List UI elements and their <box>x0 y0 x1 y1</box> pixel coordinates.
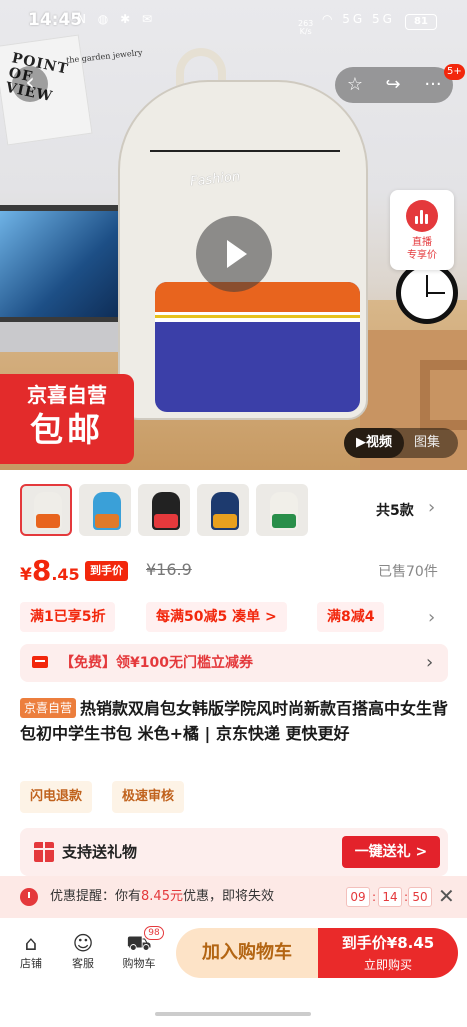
media-switch: ▶视频 图集 <box>344 428 458 458</box>
variant-thumb[interactable] <box>20 484 72 536</box>
reminder-amount: 8.45元 <box>141 889 183 904</box>
coupon-card-icon <box>32 656 48 668</box>
sold-count: 已售70件 <box>378 564 438 580</box>
product-title: 京喜自营 热销款双肩包女韩版学院风时尚新款百搭高中女生背包初中学生书包 米色+橘 … <box>20 696 450 746</box>
alarm-clock <box>396 262 458 324</box>
price-decimal: .45 <box>51 565 80 584</box>
price-row: ¥8.45 到手价 ¥16.9 已售70件 <box>0 548 467 596</box>
promo-chips: 满1已享5折 每满50减5 凑单 > 满8减4 › <box>0 600 467 636</box>
price-integer: 8 <box>31 554 52 587</box>
back-button[interactable]: ‹ <box>12 66 48 102</box>
countdown-hours: 09 <box>346 887 370 907</box>
thumb-pocket <box>36 514 60 528</box>
countdown-minutes: 14 <box>378 887 402 907</box>
service-tag: 闪电退款 <box>20 781 93 813</box>
promo-chip[interactable]: 满8减4 <box>317 602 385 632</box>
video-tab[interactable]: ▶视频 <box>344 428 404 458</box>
backpack-stripe <box>155 312 360 322</box>
status-time: 14:45 <box>28 10 83 30</box>
variant-thumb[interactable] <box>79 484 131 536</box>
chevron-right-icon: › <box>426 652 434 673</box>
buy-now-label: 立即购买 <box>363 958 412 972</box>
smile-icon: ☺ <box>72 931 94 955</box>
gift-icon <box>34 842 54 862</box>
favorite-star-icon[interactable]: ☆ <box>337 67 373 103</box>
current-price: ¥8.45 <box>20 554 80 587</box>
promo-chip[interactable]: 满1已享5折 <box>20 602 116 632</box>
home-indicator[interactable] <box>155 1012 311 1016</box>
backpack-orange-band <box>155 282 360 312</box>
signal-icons: ◠ 5G 5G <box>322 12 395 26</box>
cart-count-badge: 98 <box>144 926 164 940</box>
original-price: ¥16.9 <box>146 560 192 579</box>
self-operated-badge: 京喜自营 <box>20 698 77 718</box>
variant-count[interactable]: 共5款 <box>376 500 414 520</box>
reminder-suffix: 优惠，即将失效 <box>182 889 274 904</box>
final-price-tag: 到手价 <box>85 561 128 581</box>
live-label: 直播 <box>412 237 432 248</box>
customer-service-button[interactable]: ☺ 客服 <box>58 930 108 972</box>
variant-thumb[interactable] <box>197 484 249 536</box>
add-to-cart-button[interactable]: 加入购物车 <box>176 928 318 978</box>
store-icon: ⌂ <box>24 931 38 955</box>
chevron-right-icon[interactable]: › <box>428 497 435 518</box>
cart-label: 购物车 <box>122 957 156 970</box>
more-badge: 5+ <box>444 64 465 80</box>
status-notification-icons: N ◍ ✱ ✉ <box>77 12 156 26</box>
live-chart-icon <box>406 200 438 232</box>
chevron-left-icon: ‹ <box>25 68 35 96</box>
service-tag: 极速审核 <box>112 781 185 813</box>
share-icon[interactable]: ↪ <box>375 67 411 103</box>
jingxi-label: 京喜自营 <box>27 383 107 407</box>
variant-thumb[interactable] <box>256 484 308 536</box>
coupon-bar[interactable]: 【免费】领¥100无门槛立减券 › <box>20 644 448 682</box>
price-currency: ¥ <box>20 565 32 585</box>
thumb-pocket <box>272 514 296 528</box>
status-bar: 14:45 N ◍ ✱ ✉ 263 K/s ◠ 5G 5G 81 <box>0 0 467 40</box>
photo-frame <box>420 360 467 430</box>
close-icon[interactable]: ✕ <box>438 884 455 908</box>
send-gift-button[interactable]: 一键送礼 > <box>342 836 440 868</box>
chevron-right-icon[interactable]: › <box>428 607 435 628</box>
gallery-tab[interactable]: 图集 <box>414 428 440 458</box>
clock-icon <box>20 888 38 906</box>
play-video-button[interactable] <box>196 216 272 292</box>
store-button[interactable]: ⌂ 店铺 <box>6 930 56 972</box>
network-speed-unit: K/s <box>299 27 312 36</box>
cart-button[interactable]: ⛟ 购物车 98 <box>114 926 164 972</box>
buy-now-price: 到手价¥8.45 <box>341 934 435 952</box>
variant-thumb[interactable] <box>138 484 190 536</box>
laptop-screen <box>0 205 128 323</box>
discount-reminder: 优惠提醒：你有8.45元优惠，即将失效 09 : 14 : 50 ✕ <box>0 876 467 918</box>
gift-text: 支持送礼物 <box>62 843 138 861</box>
countdown-seconds: 50 <box>408 887 432 907</box>
battery-icon: 81 <box>405 14 437 30</box>
thumb-pocket <box>213 514 237 528</box>
countdown-separator: : <box>372 890 377 904</box>
variant-thumbnails: 共5款 › <box>0 476 467 548</box>
buy-now-button[interactable]: 到手价¥8.45 立即购买 <box>318 928 458 978</box>
gift-row: 支持送礼物 一键送礼 > <box>20 828 448 876</box>
product-title-text: 热销款双肩包女韩版学院风时尚新款百搭高中女生背包初中学生书包 米色+橘 | 京东… <box>20 699 449 743</box>
reminder-prefix: 优惠提醒：你有 <box>50 889 142 904</box>
live-price-button[interactable]: 直播 专享价 <box>390 190 454 270</box>
network-speed: 263 K/s <box>298 20 313 36</box>
thumb-pocket <box>154 514 178 528</box>
bottom-action-bar: ⌂ 店铺 ☺ 客服 ⛟ 购物车 98 加入购物车 到手价¥8.45 立即购买 <box>0 918 467 996</box>
store-label: 店铺 <box>20 957 42 970</box>
coupon-text: 【免费】领¥100无门槛立减券 <box>60 655 253 671</box>
reminder-text: 优惠提醒：你有8.45元优惠，即将失效 <box>50 876 274 918</box>
customer-service-label: 客服 <box>72 957 94 970</box>
jingxi-free-shipping-tag: 京喜自营 包邮 <box>0 374 134 464</box>
promo-chip[interactable]: 每满50减5 凑单 > <box>146 602 287 632</box>
top-actions: ☆ ↪ ··· <box>335 67 453 103</box>
free-shipping-label: 包邮 <box>30 410 104 449</box>
backpack-zipper <box>150 150 340 152</box>
live-price-label: 专享价 <box>407 250 437 261</box>
thumb-pocket <box>95 514 119 528</box>
